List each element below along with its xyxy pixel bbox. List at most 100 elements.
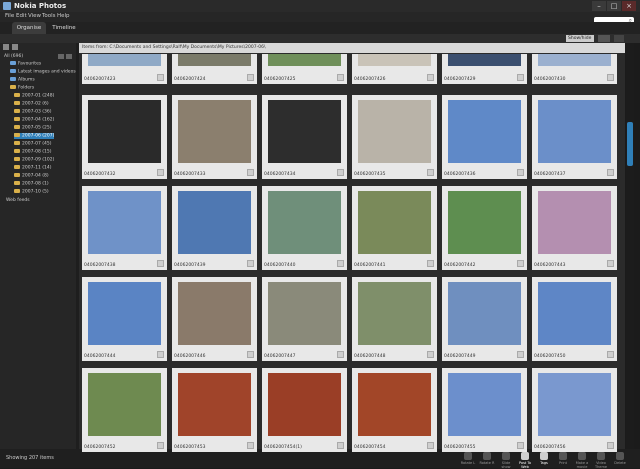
zoom-icon[interactable] [614,35,624,42]
select-checkbox[interactable] [427,442,434,449]
photo-thumbnail[interactable]: 04062007455 [442,368,527,452]
select-checkbox[interactable] [337,260,344,267]
vertical-scrollbar[interactable] [626,43,634,449]
select-checkbox[interactable] [607,260,614,267]
select-checkbox[interactable] [517,74,524,81]
select-checkbox[interactable] [157,260,164,267]
folder-item[interactable]: 2007-01 (248) [14,93,54,99]
menu-view[interactable]: View [28,13,41,19]
action-post-to-web[interactable]: Post To Web [517,452,533,469]
photo-thumbnail[interactable]: 04062007434 [262,95,347,179]
folder-item[interactable]: 2007-04 (8) [14,173,49,179]
menu-help[interactable]: Help [57,13,70,19]
menu-tools[interactable]: Tools [42,13,56,19]
select-checkbox[interactable] [427,74,434,81]
photo-thumbnail[interactable]: 04062007450 [532,277,617,361]
photo-thumbnail[interactable]: 04062007454(1) [262,368,347,452]
show-hide-select[interactable]: Show/hide ▾ [566,35,594,48]
sidebar-item-albums[interactable]: Albums [10,77,35,83]
folder-item[interactable]: 2007-03 (36) [14,109,51,115]
view-options-icon[interactable] [598,35,610,42]
folder-item[interactable]: 2007-05 (25) [14,125,51,131]
select-checkbox[interactable] [157,442,164,449]
select-checkbox[interactable] [607,74,614,81]
import-icon[interactable] [12,44,18,50]
menu-edit[interactable]: Edit [16,13,27,19]
photo-thumbnail[interactable]: 04062007446 [172,277,257,361]
select-checkbox[interactable] [157,74,164,81]
folder-item[interactable]: 2007-10 (5) [14,189,49,195]
photo-thumbnail[interactable]: 04062007442 [442,186,527,270]
select-checkbox[interactable] [517,260,524,267]
folder-item[interactable]: 2007-11 (14) [14,165,51,171]
select-checkbox[interactable] [337,169,344,176]
photo-thumbnail[interactable]: 04062007425 [262,54,347,84]
close-icon[interactable]: × [622,1,636,11]
photo-thumbnail[interactable]: 04062007447 [262,277,347,361]
select-checkbox[interactable] [157,351,164,358]
select-checkbox[interactable] [607,351,614,358]
select-checkbox[interactable] [247,169,254,176]
photo-thumbnail[interactable]: 04062007437 [532,95,617,179]
sidebar-item-web-feeds[interactable]: Web feeds [6,198,30,204]
photo-thumbnail[interactable]: 04062007433 [172,95,257,179]
photo-thumbnail[interactable]: 04062007435 [352,95,437,179]
action-make-a-movie[interactable]: Make a movie [574,452,590,469]
photo-thumbnail[interactable]: 04062007423 [82,54,167,84]
action-delete[interactable]: Delete [612,452,628,465]
select-checkbox[interactable] [337,442,344,449]
folder-item[interactable]: 2007-07 (45) [14,141,51,147]
action-video-theme[interactable]: Video Theme [593,452,609,469]
action-rotate-r[interactable]: Rotate R [479,452,495,465]
folder-item[interactable]: 2007-08 (1) [14,181,49,187]
folder-item[interactable]: 2007-06 (207) [14,133,55,139]
photo-thumbnail[interactable]: 04062007453 [172,368,257,452]
folder-item[interactable]: 2007-04 (162) [14,117,54,123]
photo-thumbnail[interactable]: 04062007436 [442,95,527,179]
tab-organise[interactable]: Organise [12,22,46,34]
folder-item[interactable]: 2007-08 (15) [14,149,51,155]
select-checkbox[interactable] [607,442,614,449]
sort-icon[interactable] [58,54,64,59]
select-checkbox[interactable] [427,260,434,267]
photo-thumbnail[interactable]: 04062007429 [442,54,527,84]
sidebar-item-folders[interactable]: Folders [10,85,34,91]
action-slide-show[interactable]: Slide show [498,452,514,469]
select-checkbox[interactable] [337,74,344,81]
select-checkbox[interactable] [517,442,524,449]
sidebar-item-latest[interactable]: Latest images and videos (5) [10,69,83,75]
select-checkbox[interactable] [247,442,254,449]
select-checkbox[interactable] [517,351,524,358]
photo-thumbnail[interactable]: 04062007439 [172,186,257,270]
minimize-icon[interactable]: – [592,1,606,11]
photo-thumbnail[interactable]: 04062007449 [442,277,527,361]
select-checkbox[interactable] [427,169,434,176]
photo-thumbnail[interactable]: 04062007456 [532,368,617,452]
filter-icon[interactable] [66,54,72,59]
photo-thumbnail[interactable]: 04062007426 [352,54,437,84]
photo-thumbnail[interactable]: 04062007448 [352,277,437,361]
photo-thumbnail[interactable]: 04062007454 [352,368,437,452]
select-checkbox[interactable] [607,169,614,176]
action-tags[interactable]: Tags [536,452,552,465]
photo-thumbnail[interactable]: 04062007432 [82,95,167,179]
photo-thumbnail[interactable]: 04062007424 [172,54,257,84]
select-checkbox[interactable] [427,351,434,358]
folder-item[interactable]: 2007-02 (6) [14,101,49,107]
scrollbar-thumb[interactable] [627,122,633,166]
select-checkbox[interactable] [337,351,344,358]
folder-item[interactable]: 2007-09 (102) [14,157,54,163]
select-checkbox[interactable] [157,169,164,176]
maximize-icon[interactable]: □ [607,1,621,11]
photo-thumbnail[interactable]: 04062007430 [532,54,617,84]
select-checkbox[interactable] [247,260,254,267]
photo-thumbnail[interactable]: 04062007440 [262,186,347,270]
sidebar-item-favourites[interactable]: Favourites [10,61,41,67]
select-checkbox[interactable] [247,351,254,358]
photo-thumbnail[interactable]: 04062007443 [532,186,617,270]
tab-timeline[interactable]: Timeline [48,22,80,34]
photo-thumbnail[interactable]: 04062007452 [82,368,167,452]
photo-thumbnail[interactable]: 04062007441 [352,186,437,270]
action-rotate-l[interactable]: Rotate L [460,452,476,465]
photo-thumbnail[interactable]: 04062007444 [82,277,167,361]
